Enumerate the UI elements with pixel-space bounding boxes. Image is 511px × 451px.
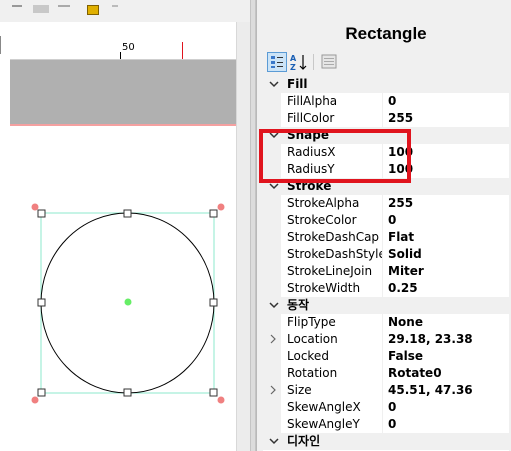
- property-row[interactable]: FlipType None: [263, 314, 509, 331]
- chevron-down-icon[interactable]: [269, 79, 279, 89]
- shape-layer: [31, 203, 225, 404]
- property-value[interactable]: 0.25: [382, 280, 418, 297]
- property-value[interactable]: 0: [382, 416, 396, 433]
- chevron-down-icon[interactable]: [269, 300, 279, 310]
- row-gutter: [263, 93, 281, 110]
- annotation-highlight-box: [259, 129, 411, 183]
- category-label: Fill: [287, 77, 308, 91]
- rotate-handle-bottom-right[interactable]: [217, 396, 225, 404]
- category-row[interactable]: 디자인: [263, 433, 509, 450]
- row-gutter: [263, 280, 281, 297]
- property-row[interactable]: Location 29.18, 23.38: [263, 331, 509, 348]
- property-value[interactable]: 255: [382, 195, 413, 212]
- property-value[interactable]: 45.51, 47.36: [382, 382, 473, 399]
- property-name: StrokeDashStyle: [287, 247, 383, 261]
- property-name: Rotation: [287, 366, 338, 380]
- property-row[interactable]: Rotation Rotate0: [263, 365, 509, 382]
- resize-handle-top-left[interactable]: [37, 209, 46, 218]
- alphabetical-sort-icon: A Z: [290, 54, 307, 72]
- property-row[interactable]: SkewAngleX 0: [263, 399, 509, 416]
- canvas-vertical-scrollbar[interactable]: [236, 22, 251, 451]
- property-pages-icon: [321, 54, 337, 69]
- toolbar-separator: [313, 54, 314, 70]
- resize-handle-right[interactable]: [209, 298, 218, 307]
- resize-handle-bottom[interactable]: [123, 388, 132, 397]
- row-gutter: [263, 416, 281, 433]
- row-gutter: [263, 399, 281, 416]
- property-row[interactable]: Size 45.51, 47.36: [263, 382, 509, 399]
- svg-text:Z: Z: [290, 63, 296, 72]
- property-value[interactable]: 0: [382, 93, 396, 110]
- property-name: FillAlpha: [287, 94, 338, 108]
- property-value[interactable]: 29.18, 23.38: [382, 331, 473, 348]
- property-value[interactable]: 255: [382, 110, 413, 127]
- property-row[interactable]: StrokeLineJoin Miter: [263, 263, 509, 280]
- property-value[interactable]: Solid: [382, 246, 422, 263]
- property-name: StrokeWidth: [287, 281, 361, 295]
- resize-handle-top-right[interactable]: [209, 209, 218, 218]
- resize-handle-bottom-right[interactable]: [209, 388, 218, 397]
- resize-handle-top[interactable]: [123, 209, 132, 218]
- rotate-handle-top-left[interactable]: [31, 203, 39, 211]
- property-row[interactable]: FillAlpha 0: [263, 93, 509, 110]
- row-gutter: [263, 246, 281, 263]
- row-gutter: [263, 195, 281, 212]
- property-value[interactable]: 0: [382, 212, 396, 229]
- property-name: Location: [287, 332, 338, 346]
- property-value[interactable]: Miter: [382, 263, 424, 280]
- property-name: StrokeColor: [287, 213, 357, 227]
- property-name: StrokeDashCap: [287, 230, 380, 244]
- property-name: SkewAngleX: [287, 400, 361, 414]
- panel-title: Rectangle: [345, 24, 427, 43]
- property-row[interactable]: Locked False: [263, 348, 509, 365]
- property-value[interactable]: Flat: [382, 229, 414, 246]
- row-gutter: [263, 314, 281, 331]
- center-point[interactable]: [124, 298, 132, 306]
- row-gutter: [263, 365, 281, 382]
- property-row[interactable]: StrokeWidth 0.25: [263, 280, 509, 297]
- property-name: Size: [287, 383, 312, 397]
- rotate-handle-bottom-left[interactable]: [31, 396, 39, 404]
- property-name: FillColor: [287, 111, 335, 125]
- chevron-right-icon[interactable]: [268, 385, 278, 395]
- property-row[interactable]: SkewAngleY 0: [263, 416, 509, 433]
- property-value[interactable]: Rotate0: [382, 365, 442, 382]
- property-row[interactable]: StrokeDashStyle Solid: [263, 246, 509, 263]
- alphabetical-button[interactable]: A Z: [289, 52, 309, 72]
- property-pages-button[interactable]: [319, 52, 339, 72]
- property-value[interactable]: False: [382, 348, 423, 365]
- categorized-button[interactable]: [267, 52, 287, 72]
- resize-handle-left[interactable]: [37, 298, 46, 307]
- categorized-icon: [271, 56, 283, 68]
- row-gutter: [263, 110, 281, 127]
- property-row[interactable]: FillColor 255: [263, 110, 509, 127]
- row-gutter: [263, 229, 281, 246]
- category-label: 디자인: [287, 434, 321, 448]
- resize-handle-bottom-left[interactable]: [37, 388, 46, 397]
- category-label: 동작: [287, 298, 310, 312]
- property-name: FlipType: [287, 315, 336, 329]
- property-value[interactable]: 0: [382, 399, 396, 416]
- row-gutter: [263, 348, 281, 365]
- property-panel: Rectangle A Z Fill FillAlpha 0 FillColor…: [256, 0, 511, 451]
- chevron-down-icon[interactable]: [269, 436, 279, 446]
- property-row[interactable]: StrokeColor 0: [263, 212, 509, 229]
- rotate-handle-top-right[interactable]: [217, 203, 225, 211]
- row-gutter: [263, 263, 281, 280]
- property-name: StrokeLineJoin: [287, 264, 373, 278]
- property-name: SkewAngleY: [287, 417, 360, 431]
- property-value[interactable]: None: [382, 314, 423, 331]
- property-name: Locked: [287, 349, 329, 363]
- svg-text:A: A: [290, 54, 297, 63]
- property-row[interactable]: StrokeAlpha 255: [263, 195, 509, 212]
- chevron-right-icon[interactable]: [268, 334, 278, 344]
- category-row[interactable]: 동작: [263, 297, 509, 314]
- row-gutter: [263, 212, 281, 229]
- property-name: StrokeAlpha: [287, 196, 360, 210]
- category-row[interactable]: Fill: [263, 76, 509, 93]
- property-row[interactable]: StrokeDashCap Flat: [263, 229, 509, 246]
